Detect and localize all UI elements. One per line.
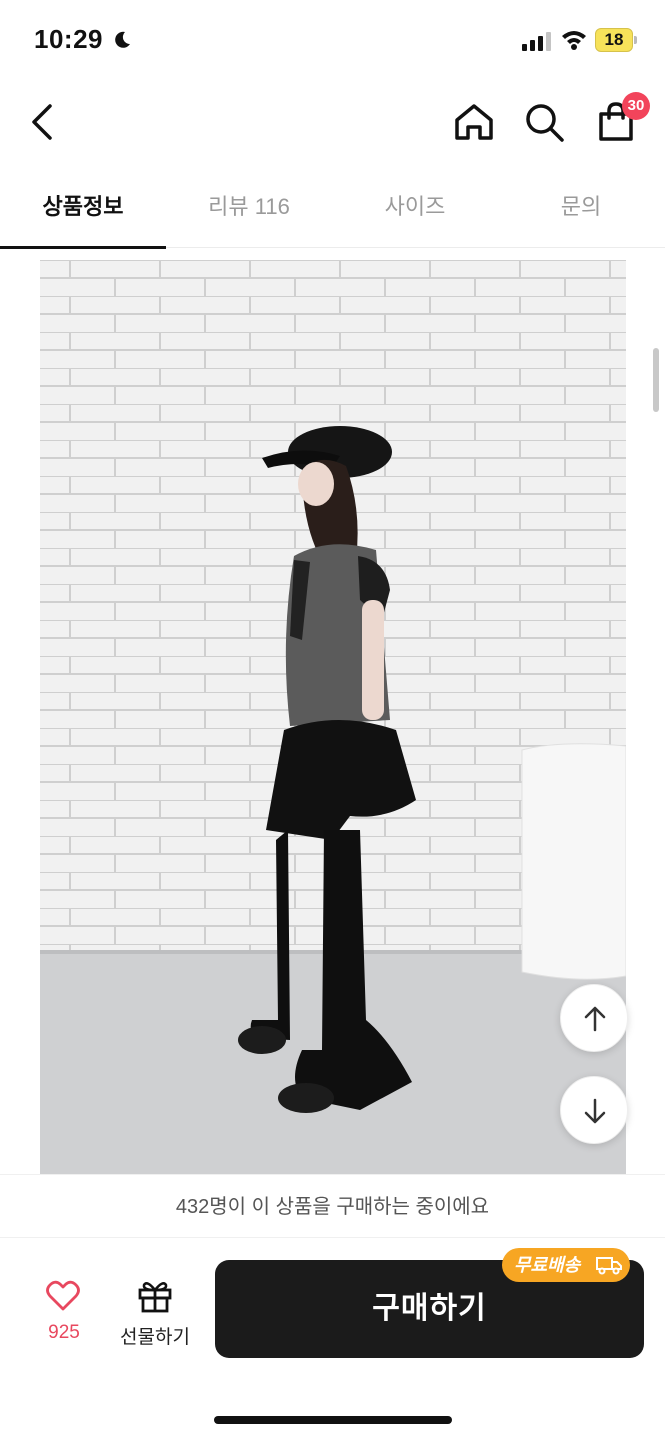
- status-bar: 10:29 18: [0, 0, 665, 80]
- like-count: 925: [48, 1322, 80, 1343]
- moon-icon: [115, 31, 130, 48]
- tab-product-info[interactable]: 상품정보: [0, 170, 166, 249]
- scroll-down-button[interactable]: [560, 1076, 628, 1144]
- nav-bar: [0, 80, 665, 170]
- arrow-down-icon: [584, 1098, 606, 1124]
- tab-inquiry[interactable]: 문의: [498, 170, 664, 248]
- scroll-up-button[interactable]: [560, 984, 628, 1052]
- status-time: 10:29: [34, 24, 103, 54]
- home-indicator: [214, 1416, 452, 1424]
- product-image: [40, 260, 626, 1174]
- product-photo: [40, 260, 626, 1174]
- tab-size[interactable]: 사이즈: [332, 170, 498, 248]
- free-shipping-label: 무료배송: [514, 1255, 581, 1275]
- battery-level: 18: [604, 30, 624, 49]
- wifi-icon: [562, 31, 586, 50]
- scrollbar-thumb[interactable]: [653, 348, 659, 412]
- battery-tip: [634, 36, 637, 44]
- arrow-up-icon: [584, 1006, 606, 1032]
- bottom-action-bar: 925 선물하기 구매하기 무료배송: [0, 1238, 665, 1440]
- home-icon[interactable]: [452, 100, 496, 144]
- tab-bar: 상품정보 리뷰 116 사이즈 문의: [0, 170, 665, 249]
- free-shipping-badge: 무료배송: [502, 1248, 630, 1282]
- truck-icon: [596, 1257, 622, 1275]
- search-icon[interactable]: [522, 100, 566, 144]
- cart-count-badge: 30: [622, 92, 650, 120]
- signal-icon: [522, 32, 551, 51]
- gift-button[interactable]: 선물하기: [112, 1278, 198, 1350]
- gift-label: 선물하기: [120, 1327, 190, 1348]
- purchase-notice: 432명이 이 상품을 구매하는 중이에요: [0, 1174, 665, 1238]
- like-button[interactable]: 925: [30, 1278, 98, 1350]
- tab-reviews[interactable]: 리뷰 116: [166, 170, 332, 248]
- gift-icon: [138, 1282, 172, 1313]
- chevron-left-icon[interactable]: [22, 100, 62, 144]
- battery-icon: 18: [595, 28, 637, 52]
- heart-icon: [46, 1280, 80, 1311]
